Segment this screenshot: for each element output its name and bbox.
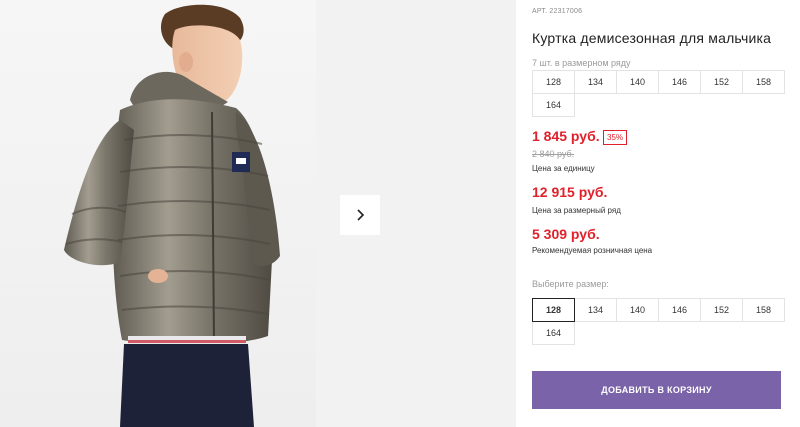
pack-size-cell: 134 xyxy=(574,70,617,94)
size-option[interactable]: 152 xyxy=(700,298,743,322)
pack-size-cell: 164 xyxy=(532,93,575,117)
product-photo xyxy=(0,0,316,427)
size-option[interactable]: 134 xyxy=(574,298,617,322)
size-option[interactable]: 158 xyxy=(742,298,785,322)
size-option[interactable]: 146 xyxy=(658,298,701,322)
size-select-label: Выберите размер: xyxy=(532,279,609,289)
pack-size-cell: 152 xyxy=(700,70,743,94)
discount-badge: 35% xyxy=(603,130,628,145)
size-option-selected[interactable]: 128 xyxy=(532,298,575,322)
product-sku: АРТ. 22317006 xyxy=(532,8,583,15)
pack-price: 12 915 руб. xyxy=(532,184,608,200)
gallery-next-button[interactable] xyxy=(340,195,380,235)
add-to-cart-button[interactable]: ДОБАВИТЬ В КОРЗИНУ xyxy=(532,371,781,409)
unit-price: 1 845 руб. xyxy=(532,128,600,144)
product-title: Куртка демисезонная для мальчика xyxy=(532,30,772,46)
size-option[interactable]: 140 xyxy=(616,298,659,322)
boy-in-jacket-illustration xyxy=(64,4,280,427)
product-gallery xyxy=(0,0,516,427)
pack-price-caption: Цена за размерный ряд xyxy=(532,206,621,215)
pack-size-row: 128 134 140 146 152 158 164 xyxy=(532,70,785,117)
pack-size-cell: 146 xyxy=(658,70,701,94)
rrp-price-caption: Рекомендуемая розничная цена xyxy=(532,246,653,255)
size-selector: 128 134 140 146 152 158 164 xyxy=(532,298,785,345)
pack-size-cell: 140 xyxy=(616,70,659,94)
chevron-right-icon xyxy=(357,209,365,221)
product-info: АРТ. 22317006 Куртка демисезонная для ма… xyxy=(532,0,792,427)
size-option[interactable]: 164 xyxy=(532,321,575,345)
old-price: 2 840 руб. xyxy=(532,149,575,159)
pack-size-cell: 128 xyxy=(532,70,575,94)
pack-size-note: 7 шт. в размерном ряду xyxy=(532,58,631,68)
pack-size-cell: 158 xyxy=(742,70,785,94)
rrp-price: 5 309 руб. xyxy=(532,226,600,242)
unit-price-caption: Цена за единицу xyxy=(532,164,595,173)
